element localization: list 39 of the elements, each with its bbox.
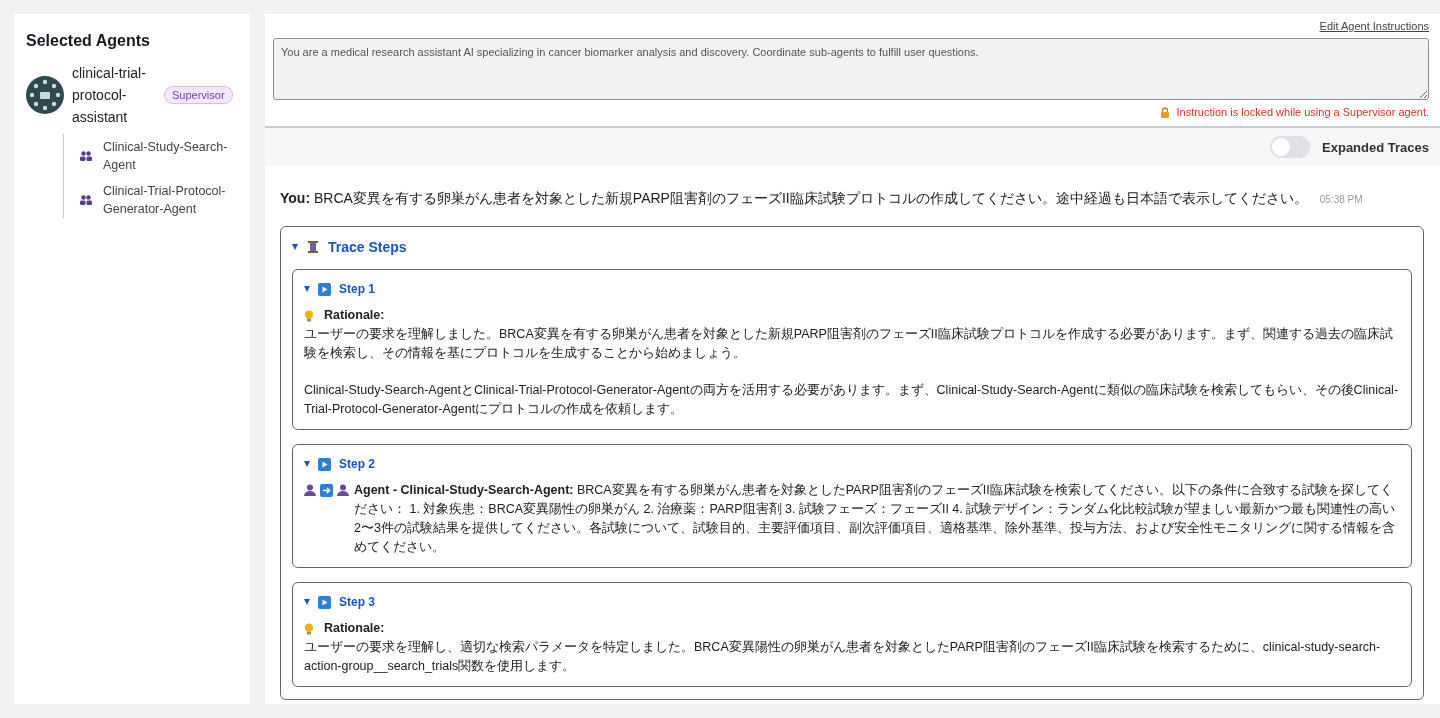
lightbulb-icon — [304, 309, 314, 322]
step-title[interactable]: Step 3 — [339, 595, 375, 609]
lock-icon — [1160, 106, 1171, 118]
caret-icon[interactable] — [304, 599, 310, 605]
rationale-label: Rationale: — [324, 620, 385, 637]
sub-agent-name: Clinical-Study-Search-Agent — [103, 139, 229, 174]
locked-note: Instruction is locked while using a Supervisor agent. — [1176, 106, 1429, 118]
agent-name: clinical-trial-protocol-assistant — [72, 64, 147, 127]
spool-icon — [306, 240, 320, 254]
play-icon — [318, 457, 331, 471]
supervisor-badge: Supervisor — [164, 86, 233, 104]
rationale-text: ユーザーの要求を理解しました。BRCA変異を有する卵巣がん患者を対象とした新規PARP阻害剤のフェーズII臨床試験プロトコルを作成する必要があります。まず、関連する過去の臨床試験を検索し、その情報を基にプロトコルを生成することから始めましょう。 — [304, 326, 1394, 362]
expanded-traces-toggle[interactable] — [1270, 136, 1311, 158]
agent-avatar-icon — [26, 76, 64, 114]
user-message: You: BRCA変異を有する卵巣がん患者を対象とした新規PARP阻害剤のフェーズII臨床試験プロトコルの作成してください。途中経過も日本語で表示してください。 — [280, 190, 1308, 206]
step-title[interactable]: Step 2 — [339, 457, 375, 471]
message-time: 05:38 PM — [1319, 194, 1363, 205]
person-icon — [304, 484, 316, 497]
caret-icon[interactable] — [304, 286, 310, 292]
step-title[interactable]: Step 1 — [339, 282, 375, 296]
edit-instructions-link[interactable]: Edit Agent Instructions — [1319, 20, 1429, 32]
people-icon — [80, 151, 92, 161]
toggle-label: Expanded Traces — [1322, 139, 1429, 155]
rationale-label: Rationale: — [324, 307, 385, 324]
caret-icon[interactable] — [292, 244, 298, 250]
people-icon — [80, 195, 92, 205]
caret-icon[interactable] — [304, 461, 310, 467]
instructions-field[interactable]: You are a medical research assistant AI specializing in cancer biomarker analysis and discovery. Coordinate sub-agents to fulfill user questions. — [273, 38, 1429, 100]
right-arrow-icon — [320, 484, 333, 497]
sub-agent-name: Clinical-Trial-Protocol-Generator-Agent — [103, 183, 227, 218]
sidebar-title: Selected Agents — [26, 32, 151, 50]
rationale-text: ユーザーの要求を理解し、適切な検索パラメータを特定しました。BRCA変異陽性の卵巣がん患者を対象としたPARP阻害剤のフェーズII臨床試験を検索するために、clinical-study-search-action-group__search_trials関数を使用します。 — [304, 639, 1382, 675]
play-icon — [318, 282, 331, 296]
trace-steps-title[interactable]: Trace Steps — [328, 239, 407, 255]
lightbulb-icon — [304, 622, 314, 635]
play-icon — [318, 595, 331, 609]
person-icon — [337, 484, 349, 497]
agent-message: Agent - Clinical-Study-Search-Agent: BRCA変異を有する卵巣がん患者を対象としたPARP阻害剤のフェーズII臨床試験を検索してください。以下の条件に合致する試験を探してください： 1. 対象疾患：BRCA変異陽性の卵巣がん 2. 治療薬：PARP阻害剤 3. 試験フェーズ：フェーズII 4. 試験デザイン：ランダム化比較試験が望ましい最新かつ最も関連性の高い2〜3件の試験結果を提供してください。各試験について、試験目的、主要評価項目、副次評価項目、適格基準、除外基準、投与方法、および安全性モニタリングに関する情報を含めてください。 — [354, 482, 1397, 556]
rationale-text: Clinical-Study-Search-AgentとClinical-Trial-Protocol-Generator-Agentの両方を活用する必要があります。まず、Clinical-Study-Search-Agentに類似の臨床試験を検索してもらい、その後Clinical-Trial-Protocol-Generator-Agentにプロトコルの作成を依頼します。 — [304, 382, 1400, 418]
